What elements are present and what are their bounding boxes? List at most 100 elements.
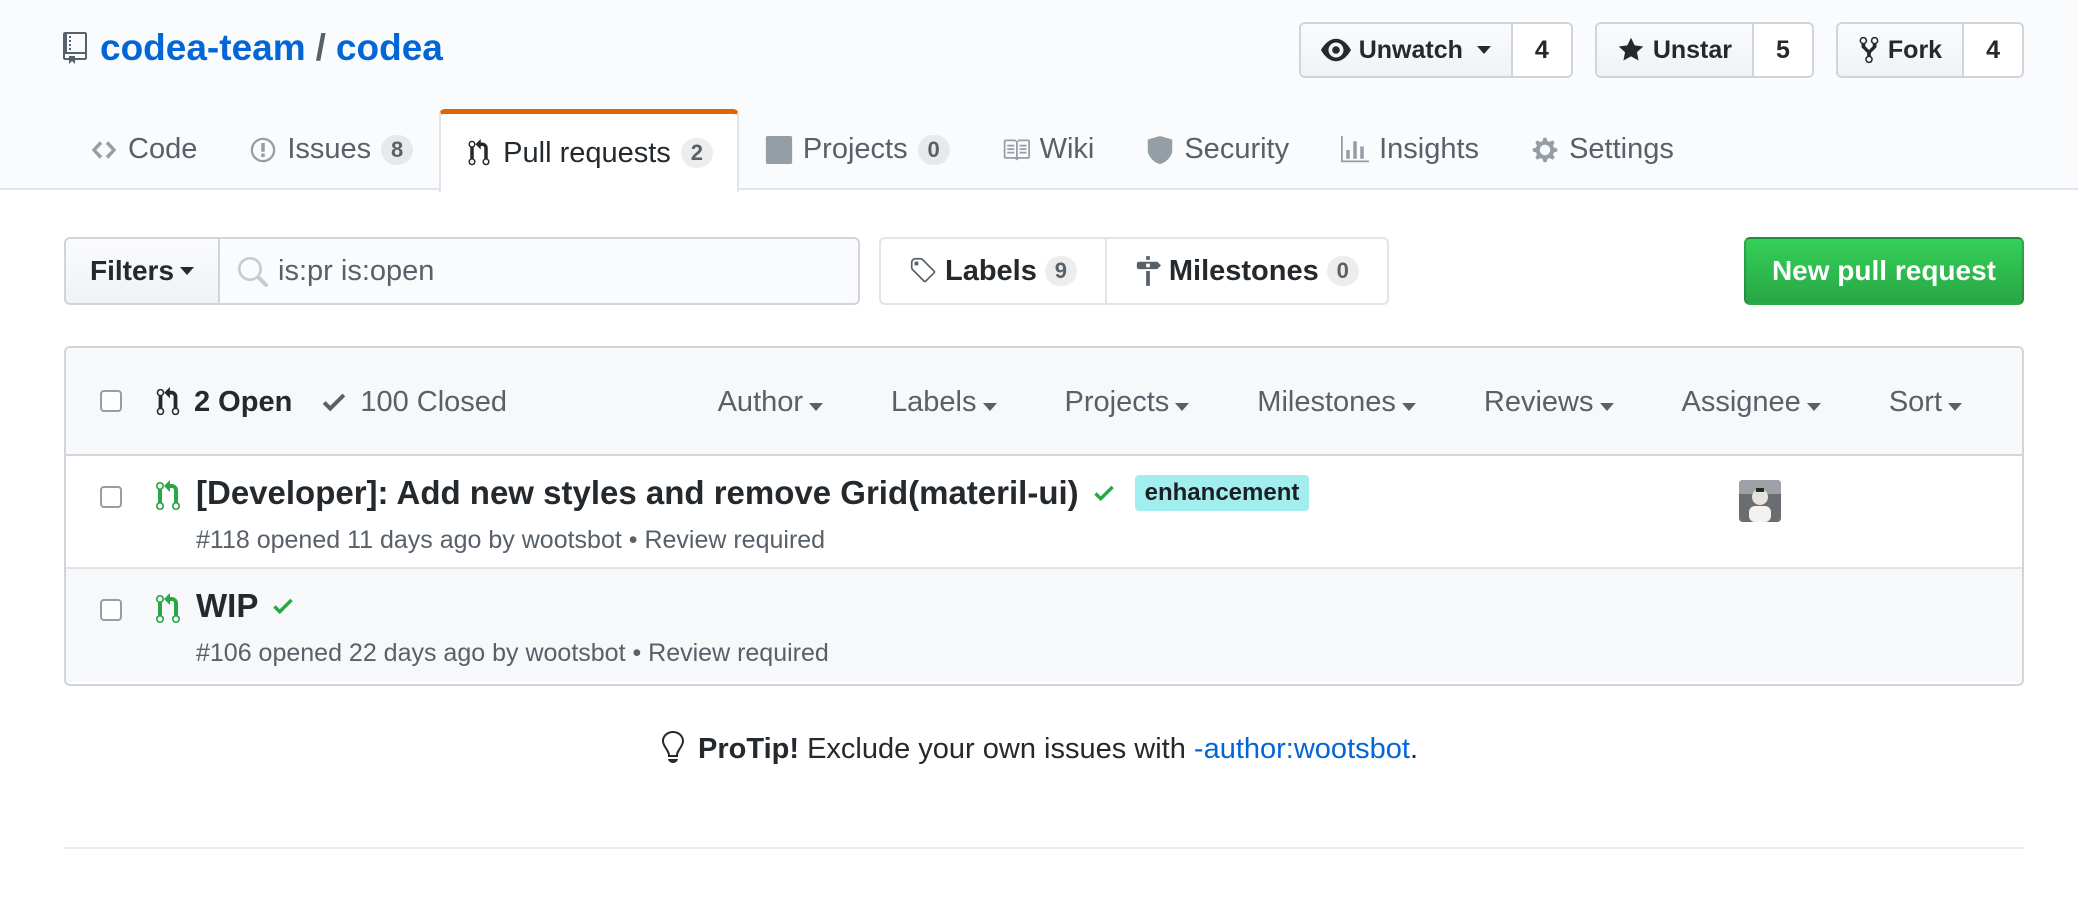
projects-counter: 0 bbox=[917, 134, 950, 165]
closed-count-label: 100 Closed bbox=[360, 385, 508, 418]
labels-filter[interactable]: Labels bbox=[891, 385, 997, 419]
repo-header: codea-team / codea Unwatch 4 Unstar 5 Fo… bbox=[0, 0, 2078, 192]
chevron-down-icon bbox=[180, 267, 195, 275]
pr-author-link[interactable]: wootsbot bbox=[522, 526, 622, 554]
chevron-down-icon bbox=[1175, 402, 1190, 411]
project-icon bbox=[765, 135, 792, 164]
tab-issues[interactable]: Issues 8 bbox=[223, 109, 439, 190]
milestones-link[interactable]: Milestones 0 bbox=[1104, 239, 1387, 303]
unstar-label: Unstar bbox=[1652, 35, 1732, 64]
pr-meta-prefix: #118 opened 11 days ago by bbox=[196, 526, 522, 554]
tab-security-label: Security bbox=[1184, 133, 1290, 165]
row-checkbox[interactable] bbox=[100, 599, 122, 621]
reviews-filter[interactable]: Reviews bbox=[1484, 386, 1614, 419]
avatar-image bbox=[1739, 480, 1781, 522]
pr-meta: #118 opened 11 days ago by wootsbot • Re… bbox=[196, 526, 825, 555]
tab-projects-label: Projects bbox=[802, 133, 908, 165]
graph-icon bbox=[1341, 135, 1370, 162]
assignee-filter[interactable]: Assignee bbox=[1682, 386, 1821, 419]
sort-filter[interactable]: Sort bbox=[1889, 386, 1962, 419]
projects-filter-label: Projects bbox=[1064, 385, 1170, 418]
book-icon bbox=[1003, 139, 1030, 160]
select-all-checkbox[interactable] bbox=[100, 390, 122, 412]
assignee-avatar[interactable] bbox=[1739, 480, 1781, 522]
labels-link[interactable]: Labels 9 bbox=[881, 239, 1105, 303]
issue-icon bbox=[251, 137, 276, 162]
unwatch-label: Unwatch bbox=[1358, 35, 1463, 64]
labels-filter-label: Labels bbox=[891, 385, 977, 418]
repo-owner-link[interactable]: codea-team bbox=[100, 27, 306, 69]
state-toggles: 2 Open 100 Closed bbox=[154, 348, 507, 456]
fork-label: Fork bbox=[1887, 35, 1943, 64]
open-count-label: 2 Open bbox=[194, 385, 293, 418]
tab-insights[interactable]: Insights bbox=[1315, 109, 1505, 190]
pr-meta-prefix: #106 opened 22 days ago by bbox=[196, 639, 526, 667]
repo-separator: / bbox=[315, 27, 326, 68]
protip-link[interactable]: -author:wootsbot bbox=[1194, 733, 1410, 765]
filters-label: Filters bbox=[90, 255, 175, 286]
new-pull-request-button[interactable]: New pull request bbox=[1743, 237, 2024, 305]
projects-filter[interactable]: Projects bbox=[1065, 386, 1190, 419]
protip: ProTip! Exclude your own issues with -au… bbox=[0, 730, 2078, 766]
watch-group: Unwatch 4 bbox=[1298, 22, 1573, 78]
tab-code[interactable]: Code bbox=[64, 109, 223, 190]
open-pull-request-icon bbox=[156, 480, 180, 510]
assignee-filter-label: Assignee bbox=[1681, 385, 1801, 418]
search-input[interactable] bbox=[220, 239, 859, 303]
issues-counter: 8 bbox=[381, 134, 414, 165]
light-bulb-icon bbox=[661, 731, 684, 763]
labels-milestones-group: Labels 9 Milestones 0 bbox=[879, 237, 1389, 305]
pull-requests-counter: 2 bbox=[680, 138, 713, 168]
tab-issues-label: Issues bbox=[287, 133, 372, 165]
author-filter[interactable]: Author bbox=[718, 386, 824, 419]
row-checkbox[interactable] bbox=[100, 486, 122, 508]
repo-icon bbox=[63, 32, 87, 64]
chevron-down-icon bbox=[809, 402, 824, 411]
tab-settings[interactable]: Settings bbox=[1505, 109, 1700, 190]
milestones-filter-label: Milestones bbox=[1257, 385, 1396, 418]
repo-nav: Code Issues 8 Pull requests 2 Projects 0… bbox=[64, 109, 1700, 192]
tab-pull-requests[interactable]: Pull requests 2 bbox=[439, 109, 739, 192]
chevron-down-icon bbox=[1806, 402, 1821, 411]
repo-name-link[interactable]: codea bbox=[336, 27, 443, 69]
table-row: WIP #106 opened 22 days ago by wootsbot … bbox=[66, 569, 2022, 682]
check-icon bbox=[323, 393, 346, 412]
tab-security[interactable]: Security bbox=[1120, 109, 1315, 190]
pull-request-list: 2 Open 100 Closed Author Labels Projects… bbox=[64, 346, 2024, 686]
subnav: Filters Labels 9 Milestones 0 New pull r… bbox=[64, 237, 2024, 305]
ci-success-check-icon[interactable] bbox=[1091, 480, 1117, 506]
protip-strong: ProTip! bbox=[698, 733, 800, 765]
labels-label: Labels bbox=[945, 254, 1037, 287]
unwatch-button[interactable]: Unwatch bbox=[1300, 24, 1513, 76]
closed-filter-link[interactable]: 100 Closed bbox=[320, 386, 507, 419]
watchers-count[interactable]: 4 bbox=[1512, 24, 1571, 76]
unstar-button[interactable]: Unstar bbox=[1596, 24, 1754, 76]
fork-button[interactable]: Fork bbox=[1837, 24, 1965, 76]
open-filter-link[interactable]: 2 Open bbox=[154, 386, 292, 419]
filters-button[interactable]: Filters bbox=[64, 237, 221, 305]
open-pull-request-icon bbox=[156, 593, 180, 623]
label-enhancement[interactable]: enhancement bbox=[1134, 475, 1310, 511]
tag-icon bbox=[910, 257, 936, 283]
sort-filter-label: Sort bbox=[1888, 385, 1942, 418]
pr-title-link[interactable]: WIP bbox=[196, 587, 258, 625]
tab-wiki-label: Wiki bbox=[1039, 133, 1095, 165]
pr-title-link[interactable]: [Developer]: Add new styles and remove G… bbox=[196, 474, 1079, 512]
stargazers-count[interactable]: 5 bbox=[1754, 24, 1812, 76]
fork-icon bbox=[1859, 36, 1879, 64]
tab-wiki[interactable]: Wiki bbox=[976, 109, 1121, 190]
star-group: Unstar 5 bbox=[1594, 22, 1814, 78]
pr-author-link[interactable]: wootsbot bbox=[525, 639, 625, 667]
ci-success-check-icon[interactable] bbox=[270, 593, 296, 619]
milestones-filter[interactable]: Milestones bbox=[1257, 386, 1416, 419]
chevron-down-icon bbox=[1599, 402, 1614, 411]
repo-actions: Unwatch 4 Unstar 5 Fork 4 bbox=[1298, 22, 2024, 78]
tab-projects[interactable]: Projects 0 bbox=[739, 109, 976, 190]
gear-icon bbox=[1532, 137, 1558, 162]
eye-icon bbox=[1320, 38, 1351, 62]
chevron-down-icon bbox=[982, 402, 997, 411]
chevron-down-icon bbox=[1476, 46, 1491, 54]
forks-count[interactable]: 4 bbox=[1964, 24, 2022, 76]
pr-review-status: • Review required bbox=[625, 639, 829, 667]
tab-settings-label: Settings bbox=[1569, 133, 1674, 165]
